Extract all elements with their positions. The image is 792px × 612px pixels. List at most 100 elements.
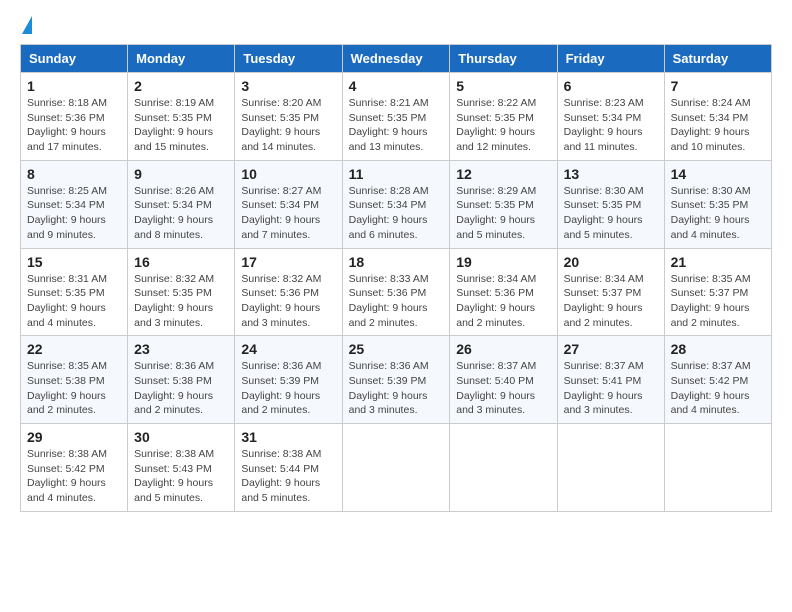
day-detail: Sunrise: 8:36 AMSunset: 5:39 PMDaylight:…: [241, 360, 321, 416]
calendar-cell: 6 Sunrise: 8:23 AMSunset: 5:34 PMDayligh…: [557, 73, 664, 161]
day-detail: Sunrise: 8:37 AMSunset: 5:42 PMDaylight:…: [671, 360, 751, 416]
day-number: 25: [349, 341, 444, 357]
header-saturday: Saturday: [664, 45, 771, 73]
day-detail: Sunrise: 8:37 AMSunset: 5:41 PMDaylight:…: [564, 360, 644, 416]
calendar-cell: [450, 424, 557, 512]
calendar-week-row: 22 Sunrise: 8:35 AMSunset: 5:38 PMDaylig…: [21, 336, 772, 424]
day-number: 4: [349, 78, 444, 94]
calendar-cell: 20 Sunrise: 8:34 AMSunset: 5:37 PMDaylig…: [557, 248, 664, 336]
day-detail: Sunrise: 8:23 AMSunset: 5:34 PMDaylight:…: [564, 97, 644, 153]
calendar-cell: 1 Sunrise: 8:18 AMSunset: 5:36 PMDayligh…: [21, 73, 128, 161]
logo: [20, 20, 32, 34]
day-number: 27: [564, 341, 658, 357]
header-sunday: Sunday: [21, 45, 128, 73]
day-detail: Sunrise: 8:18 AMSunset: 5:36 PMDaylight:…: [27, 97, 107, 153]
calendar-cell: 28 Sunrise: 8:37 AMSunset: 5:42 PMDaylig…: [664, 336, 771, 424]
logo-icon: [22, 16, 32, 34]
calendar-week-row: 15 Sunrise: 8:31 AMSunset: 5:35 PMDaylig…: [21, 248, 772, 336]
day-number: 15: [27, 254, 121, 270]
calendar-cell: 8 Sunrise: 8:25 AMSunset: 5:34 PMDayligh…: [21, 160, 128, 248]
header-tuesday: Tuesday: [235, 45, 342, 73]
day-detail: Sunrise: 8:25 AMSunset: 5:34 PMDaylight:…: [27, 185, 107, 241]
day-number: 21: [671, 254, 765, 270]
calendar-cell: 19 Sunrise: 8:34 AMSunset: 5:36 PMDaylig…: [450, 248, 557, 336]
day-number: 13: [564, 166, 658, 182]
day-detail: Sunrise: 8:29 AMSunset: 5:35 PMDaylight:…: [456, 185, 536, 241]
calendar-cell: 24 Sunrise: 8:36 AMSunset: 5:39 PMDaylig…: [235, 336, 342, 424]
day-number: 6: [564, 78, 658, 94]
page-header: [20, 20, 772, 34]
header-thursday: Thursday: [450, 45, 557, 73]
day-number: 19: [456, 254, 550, 270]
day-number: 14: [671, 166, 765, 182]
calendar-cell: 21 Sunrise: 8:35 AMSunset: 5:37 PMDaylig…: [664, 248, 771, 336]
day-detail: Sunrise: 8:20 AMSunset: 5:35 PMDaylight:…: [241, 97, 321, 153]
day-detail: Sunrise: 8:30 AMSunset: 5:35 PMDaylight:…: [671, 185, 751, 241]
calendar-cell: 2 Sunrise: 8:19 AMSunset: 5:35 PMDayligh…: [128, 73, 235, 161]
calendar-week-row: 8 Sunrise: 8:25 AMSunset: 5:34 PMDayligh…: [21, 160, 772, 248]
calendar-cell: 22 Sunrise: 8:35 AMSunset: 5:38 PMDaylig…: [21, 336, 128, 424]
calendar-cell: 18 Sunrise: 8:33 AMSunset: 5:36 PMDaylig…: [342, 248, 450, 336]
day-detail: Sunrise: 8:35 AMSunset: 5:37 PMDaylight:…: [671, 273, 751, 329]
day-detail: Sunrise: 8:32 AMSunset: 5:35 PMDaylight:…: [134, 273, 214, 329]
day-number: 10: [241, 166, 335, 182]
calendar-cell: 16 Sunrise: 8:32 AMSunset: 5:35 PMDaylig…: [128, 248, 235, 336]
day-number: 12: [456, 166, 550, 182]
calendar-cell: 30 Sunrise: 8:38 AMSunset: 5:43 PMDaylig…: [128, 424, 235, 512]
day-number: 22: [27, 341, 121, 357]
day-number: 11: [349, 166, 444, 182]
calendar-cell: [557, 424, 664, 512]
day-number: 23: [134, 341, 228, 357]
calendar-cell: 26 Sunrise: 8:37 AMSunset: 5:40 PMDaylig…: [450, 336, 557, 424]
calendar-cell: [664, 424, 771, 512]
day-number: 31: [241, 429, 335, 445]
day-detail: Sunrise: 8:24 AMSunset: 5:34 PMDaylight:…: [671, 97, 751, 153]
calendar-header-row: SundayMondayTuesdayWednesdayThursdayFrid…: [21, 45, 772, 73]
day-number: 7: [671, 78, 765, 94]
header-friday: Friday: [557, 45, 664, 73]
day-detail: Sunrise: 8:38 AMSunset: 5:43 PMDaylight:…: [134, 448, 214, 504]
calendar-cell: 5 Sunrise: 8:22 AMSunset: 5:35 PMDayligh…: [450, 73, 557, 161]
day-number: 20: [564, 254, 658, 270]
day-number: 30: [134, 429, 228, 445]
day-detail: Sunrise: 8:30 AMSunset: 5:35 PMDaylight:…: [564, 185, 644, 241]
day-number: 1: [27, 78, 121, 94]
day-number: 28: [671, 341, 765, 357]
calendar-cell: 23 Sunrise: 8:36 AMSunset: 5:38 PMDaylig…: [128, 336, 235, 424]
calendar-cell: 14 Sunrise: 8:30 AMSunset: 5:35 PMDaylig…: [664, 160, 771, 248]
day-number: 5: [456, 78, 550, 94]
day-number: 26: [456, 341, 550, 357]
day-number: 29: [27, 429, 121, 445]
day-detail: Sunrise: 8:38 AMSunset: 5:44 PMDaylight:…: [241, 448, 321, 504]
header-monday: Monday: [128, 45, 235, 73]
day-detail: Sunrise: 8:36 AMSunset: 5:39 PMDaylight:…: [349, 360, 429, 416]
day-detail: Sunrise: 8:38 AMSunset: 5:42 PMDaylight:…: [27, 448, 107, 504]
day-detail: Sunrise: 8:28 AMSunset: 5:34 PMDaylight:…: [349, 185, 429, 241]
day-detail: Sunrise: 8:33 AMSunset: 5:36 PMDaylight:…: [349, 273, 429, 329]
day-number: 16: [134, 254, 228, 270]
calendar-cell: 4 Sunrise: 8:21 AMSunset: 5:35 PMDayligh…: [342, 73, 450, 161]
calendar-cell: 10 Sunrise: 8:27 AMSunset: 5:34 PMDaylig…: [235, 160, 342, 248]
day-detail: Sunrise: 8:22 AMSunset: 5:35 PMDaylight:…: [456, 97, 536, 153]
calendar-cell: 9 Sunrise: 8:26 AMSunset: 5:34 PMDayligh…: [128, 160, 235, 248]
calendar-cell: 25 Sunrise: 8:36 AMSunset: 5:39 PMDaylig…: [342, 336, 450, 424]
day-number: 9: [134, 166, 228, 182]
day-detail: Sunrise: 8:34 AMSunset: 5:36 PMDaylight:…: [456, 273, 536, 329]
day-number: 3: [241, 78, 335, 94]
calendar-week-row: 1 Sunrise: 8:18 AMSunset: 5:36 PMDayligh…: [21, 73, 772, 161]
calendar-cell: 17 Sunrise: 8:32 AMSunset: 5:36 PMDaylig…: [235, 248, 342, 336]
calendar-cell: 7 Sunrise: 8:24 AMSunset: 5:34 PMDayligh…: [664, 73, 771, 161]
calendar-table: SundayMondayTuesdayWednesdayThursdayFrid…: [20, 44, 772, 512]
calendar-cell: [342, 424, 450, 512]
calendar-cell: 11 Sunrise: 8:28 AMSunset: 5:34 PMDaylig…: [342, 160, 450, 248]
calendar-cell: 31 Sunrise: 8:38 AMSunset: 5:44 PMDaylig…: [235, 424, 342, 512]
day-number: 18: [349, 254, 444, 270]
calendar-cell: 29 Sunrise: 8:38 AMSunset: 5:42 PMDaylig…: [21, 424, 128, 512]
header-wednesday: Wednesday: [342, 45, 450, 73]
calendar-week-row: 29 Sunrise: 8:38 AMSunset: 5:42 PMDaylig…: [21, 424, 772, 512]
day-number: 17: [241, 254, 335, 270]
day-number: 24: [241, 341, 335, 357]
day-number: 8: [27, 166, 121, 182]
day-detail: Sunrise: 8:34 AMSunset: 5:37 PMDaylight:…: [564, 273, 644, 329]
day-detail: Sunrise: 8:37 AMSunset: 5:40 PMDaylight:…: [456, 360, 536, 416]
